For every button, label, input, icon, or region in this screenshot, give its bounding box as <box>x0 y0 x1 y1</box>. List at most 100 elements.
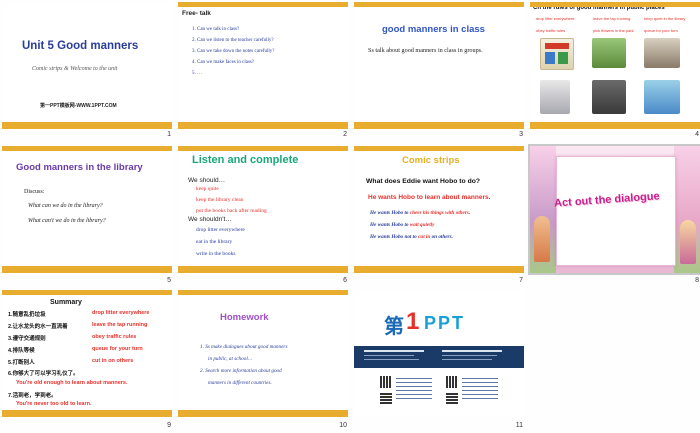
slide-3-body: Ss talk about good manners in class in g… <box>368 47 483 54</box>
slide-5-question-2: What can't we do in the library? <box>28 218 106 224</box>
slide-thumbnail-1[interactable]: Unit 5 Good manners Comic strips & Welco… <box>2 2 172 129</box>
slide-6-content: Listen and complete We should… keep quit… <box>178 146 348 266</box>
slide-3-topbar <box>354 2 524 7</box>
slide-4-photo-5 <box>592 80 626 114</box>
slide-6-should-3: put the books back after reading <box>196 208 267 214</box>
slide-4-bar <box>530 122 700 129</box>
slide-7-question: What does Eddie want Hobo to do? <box>366 178 481 185</box>
slide-11-qr-3 <box>446 376 458 388</box>
slide-1-bar <box>2 122 172 129</box>
slide-7-line-2-pre: He wants Hobo to <box>370 222 410 228</box>
slide-2-content: Free- talk 1. Can we talk in class? 2. C… <box>178 2 348 122</box>
slide-11-logo-ppt: PPT <box>424 313 466 333</box>
slide-7-line-2: He wants Hobo to wait quietly <box>370 222 434 228</box>
slide-7-line-3-highlight: cut in <box>418 234 431 240</box>
slide-11-qr-1 <box>380 376 392 388</box>
slide-4-photo-2 <box>592 38 626 68</box>
slide-11-content: 第 1 PPT <box>354 290 524 417</box>
slide-4-label-1: drop litter everywhere <box>536 16 575 21</box>
slide-number-7: 7 <box>519 277 523 284</box>
slide-4-photo-4 <box>540 80 570 114</box>
slide-number-4: 4 <box>695 131 699 138</box>
slide-number-10: 10 <box>339 422 347 429</box>
slide-number-5: 5 <box>167 277 171 284</box>
slide-7-line-2-highlight: wait quietly <box>409 222 435 228</box>
slide-thumbnail-6[interactable]: Listen and complete We should… keep quit… <box>178 146 348 273</box>
slide-number-3: 3 <box>519 131 523 138</box>
slide-6-shouldnt-1: drop litter everywhere <box>196 227 245 233</box>
slide-9-row-3-cn: 3.遵守交通规则 <box>8 336 46 342</box>
slide-2-item-4: 4. Can we make faces in class? <box>192 60 255 65</box>
slide-1-subtitle: Comic strips & Welcome to the unit <box>32 66 118 72</box>
slide-2-item-1: 1. Can we talk in class? <box>192 27 240 32</box>
slide-6-shouldnt-2: eat in the library <box>196 239 233 245</box>
slide-number-6: 6 <box>343 277 347 284</box>
slide-11-band-col-2c <box>442 359 492 360</box>
slide-4-label-6: queue for your turn <box>644 28 678 33</box>
slide-6-shouldnt-3: write in the books <box>196 251 236 257</box>
slide-9-topbar <box>2 290 172 295</box>
slide-9-a6: You're old enough to learn about manners… <box>16 380 128 386</box>
slide-1-footer: 第一PPT模板网-WWW.1PPT.COM <box>40 103 117 109</box>
slide-thumbnail-4[interactable]: Ch the rules of good manners in public p… <box>530 2 700 129</box>
slide-9-row-1-cn: 1.随意乱扔垃圾 <box>8 312 46 318</box>
slide-thumbnail-5[interactable]: Good manners in the library Discuss: Wha… <box>2 146 172 273</box>
slide-7-line-1-post: . <box>468 210 471 216</box>
slide-3-title: good manners in class <box>382 24 485 35</box>
slide-5-bar <box>2 266 172 273</box>
slide-4-photo-6 <box>644 80 680 114</box>
slide-6-should-1: keep quite <box>196 186 219 192</box>
slide-7-topbar <box>354 146 524 151</box>
slide-10-content: Homework 1. Ss make dialogues about good… <box>178 290 348 410</box>
slide-11-logo-num: 1 <box>406 308 420 335</box>
slide-9-row-3-en: obey traffic rules <box>92 334 137 340</box>
slide-9-row-4-en: queue for your turn <box>92 346 143 352</box>
slide-10-item-1: 1. Ss make dialogues about good manners <box>200 344 288 350</box>
slide-11-band-col-2b <box>442 355 497 356</box>
slide-7-line-1: He wants Hobo to cheer his things with o… <box>370 210 470 216</box>
slide-11-logo-mark: 第 <box>384 316 404 338</box>
slide-thumbnail-3[interactable]: good manners in class Ss talk about good… <box>354 2 524 129</box>
slide-5-title: Good manners in the library <box>16 162 143 173</box>
slide-9-row-5-cn: 5.打断别人 <box>8 360 35 366</box>
slide-11-qr-2 <box>380 392 392 404</box>
slide-9-content: Summary 1.随意乱扔垃圾 drop litter everywhere … <box>2 290 172 410</box>
slide-11-band-col-1b <box>364 355 414 356</box>
slide-10-bar <box>178 410 348 417</box>
slide-thumbnail-11[interactable]: 第 1 PPT <box>354 290 524 417</box>
slide-2-item-2: 2. Can we listen to the teacher carefull… <box>192 38 274 43</box>
slide-thumbnail-8[interactable]: Act out the dialogue <box>528 144 700 275</box>
slide-5-content: Good manners in the library Discuss: Wha… <box>2 146 172 266</box>
slide-number-8: 8 <box>695 277 699 284</box>
slide-8-content: Act out the dialogue <box>530 146 700 273</box>
slide-11-links-2 <box>462 378 498 402</box>
slide-10-item-4: manners in different countries. <box>208 380 272 386</box>
slide-thumbnail-7[interactable]: Comic strips What does Eddie want Hobo t… <box>354 146 524 273</box>
slide-11-qr-4 <box>446 392 458 404</box>
slide-6-title: Listen and complete <box>192 154 299 166</box>
slide-thumbnail-10[interactable]: Homework 1. Ss make dialogues about good… <box>178 290 348 417</box>
slide-thumbnail-2[interactable]: Free- talk 1. Can we talk in class? 2. C… <box>178 2 348 129</box>
slide-4-label-3: keep quiet in the library <box>644 16 686 21</box>
slide-2-topbar <box>178 2 348 7</box>
slide-1-content: Unit 5 Good manners Comic strips & Welco… <box>2 2 172 122</box>
slide-7-content: Comic strips What does Eddie want Hobo t… <box>354 146 524 266</box>
slide-9-q6: 6.你够大了可以学习礼仪了。 <box>8 371 79 377</box>
slide-4-content: Ch the rules of good manners in public p… <box>530 2 700 122</box>
slide-5-discuss: Discuss: <box>24 189 45 195</box>
slide-10-topbar <box>178 290 348 295</box>
slide-4-photo-3 <box>644 38 680 68</box>
slide-9-row-2-en: leave the tap running <box>92 322 148 328</box>
slide-number-1: 1 <box>167 131 171 138</box>
slide-thumbnail-9[interactable]: Summary 1.随意乱扔垃圾 drop litter everywhere … <box>2 290 172 417</box>
slide-4-photo-1 <box>540 38 574 70</box>
slide-11-band <box>354 346 524 368</box>
slide-10-item-3: 2. Search more information about good <box>200 368 282 374</box>
slide-9-row-5-en: cut in on others <box>92 358 134 364</box>
slide-6-should-label: We should… <box>188 177 226 184</box>
slide-8-card <box>556 156 676 266</box>
slide-number-2: 2 <box>343 131 347 138</box>
slide-6-bar <box>178 266 348 273</box>
slide-2-item-3: 3. Can we take down the notes carefully? <box>192 49 275 54</box>
slide-9-row-4-cn: 4.排队等候 <box>8 348 35 354</box>
